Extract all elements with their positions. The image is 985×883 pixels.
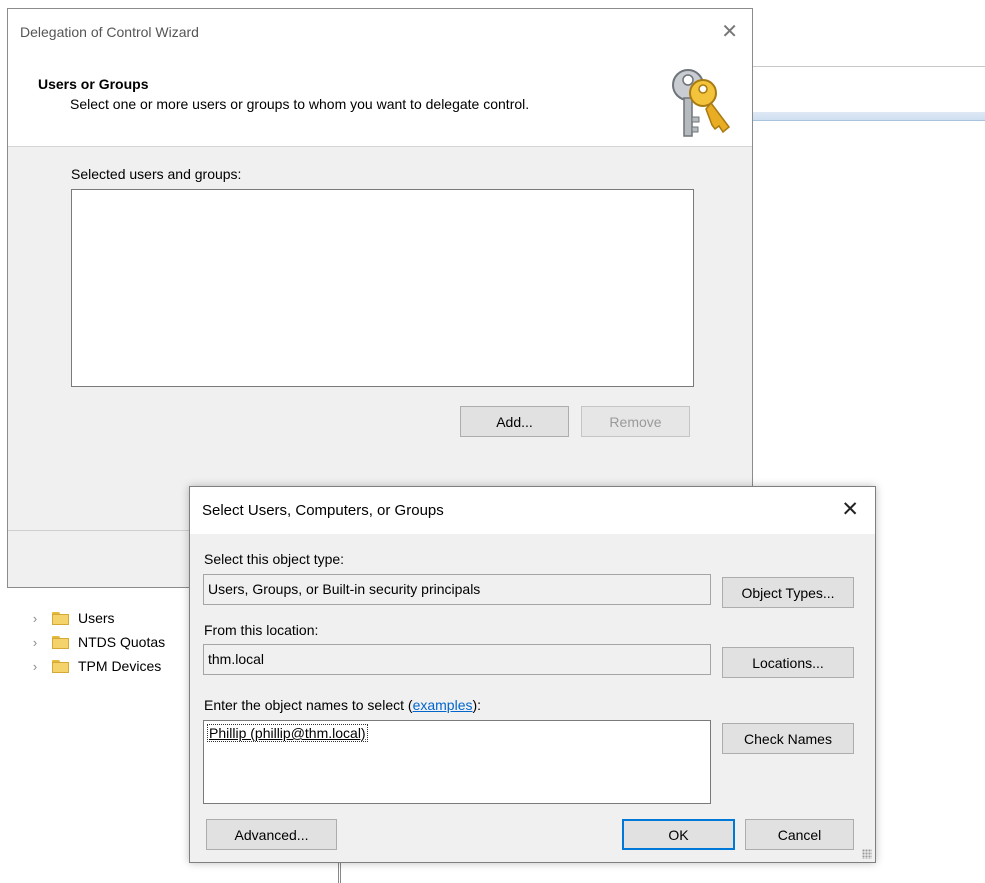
ok-button[interactable]: OK (622, 819, 735, 850)
object-names-label-suffix: ): (472, 697, 482, 713)
tree-item-label: TPM Devices (78, 658, 162, 674)
add-button[interactable]: Add... (460, 406, 569, 437)
folder-icon (52, 611, 69, 625)
tree-item-label: NTDS Quotas (78, 634, 166, 650)
wizard-titlebar: Delegation of Control Wizard ✕ (8, 9, 752, 61)
object-names-input[interactable]: Phillip (phillip@thm.local) (203, 720, 711, 804)
chevron-right-icon[interactable]: › (28, 635, 42, 650)
selected-users-list[interactable] (71, 189, 694, 387)
background-divider (752, 66, 985, 67)
dialog-titlebar: Select Users, Computers, or Groups ✕ (190, 487, 875, 534)
close-icon[interactable]: ✕ (721, 19, 738, 44)
background-window-titlebar (0, 0, 760, 8)
remove-button[interactable]: Remove (581, 406, 690, 437)
examples-link[interactable]: examples (413, 697, 473, 713)
page-subtitle: Select one or more users or groups to wh… (70, 96, 530, 112)
location-field: thm.local (203, 644, 711, 675)
tree-item-users[interactable]: › Users (28, 606, 198, 630)
advanced-button[interactable]: Advanced... (206, 819, 337, 850)
page-title: Users or Groups (38, 76, 149, 92)
splitter[interactable] (338, 862, 341, 883)
dialog-title: Select Users, Computers, or Groups (202, 502, 444, 519)
background-header-bar (752, 112, 985, 121)
background-tree: › Users › NTDS Quotas › TPM Devices (28, 606, 198, 678)
keys-icon (672, 69, 731, 137)
locations-button[interactable]: Locations... (722, 647, 854, 678)
selected-users-label: Selected users and groups: (71, 166, 242, 182)
wizard-header: Users or Groups Select one or more users… (8, 61, 752, 147)
object-type-field: Users, Groups, or Built-in security prin… (203, 574, 711, 605)
close-icon[interactable]: ✕ (841, 497, 859, 522)
check-names-button[interactable]: Check Names (722, 723, 854, 754)
location-label: From this location: (204, 622, 319, 638)
object-types-button[interactable]: Object Types... (722, 577, 854, 608)
window-title: Delegation of Control Wizard (20, 24, 199, 40)
cancel-button[interactable]: Cancel (745, 819, 854, 850)
folder-icon (52, 635, 69, 649)
tree-item-ntds-quotas[interactable]: › NTDS Quotas (28, 630, 198, 654)
tree-item-label: Users (78, 610, 115, 626)
object-names-label-prefix: Enter the object names to select ( (204, 697, 413, 713)
tree-item-tpm-devices[interactable]: › TPM Devices (28, 654, 198, 678)
select-users-dialog: Select Users, Computers, or Groups ✕ Sel… (189, 486, 876, 863)
chevron-right-icon[interactable]: › (28, 611, 42, 626)
object-type-label: Select this object type: (204, 551, 345, 567)
object-names-label: Enter the object names to select (exampl… (204, 697, 481, 713)
folder-icon (52, 659, 69, 673)
resolved-name[interactable]: Phillip (phillip@thm.local) (207, 724, 368, 742)
resize-grip[interactable] (862, 849, 872, 859)
chevron-right-icon[interactable]: › (28, 659, 42, 674)
